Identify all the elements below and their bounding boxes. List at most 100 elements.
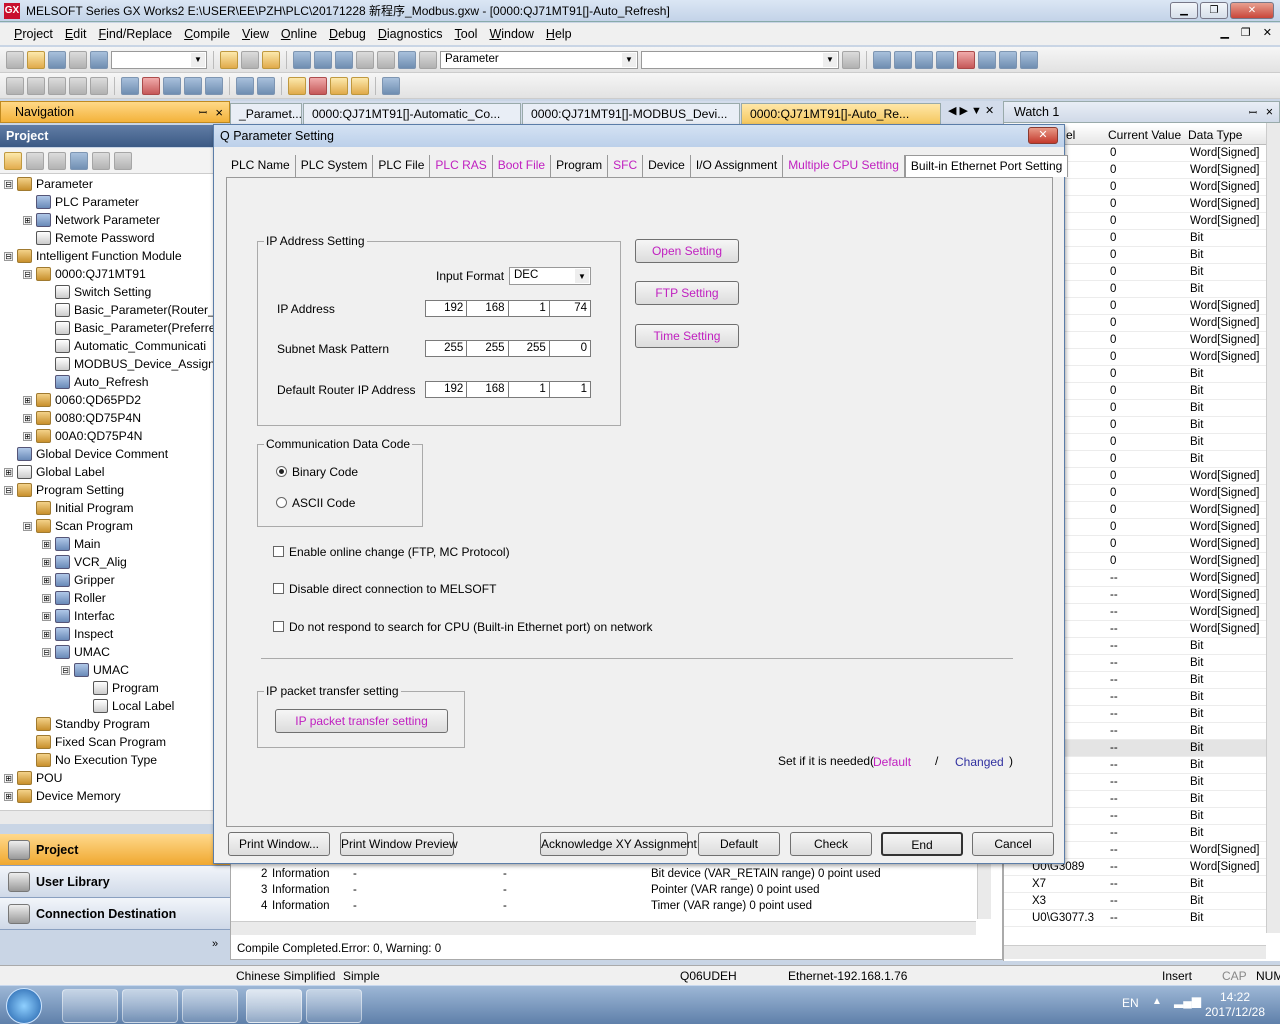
close-navigation-icon[interactable]: × (215, 105, 223, 120)
convert-icon[interactable] (288, 76, 306, 95)
device-read-icon[interactable] (314, 50, 332, 69)
parameter-tab-plc-system[interactable]: PLC System (296, 155, 374, 177)
output-vertical-scrollbar[interactable] (977, 863, 991, 919)
copy-data-icon[interactable] (26, 151, 44, 170)
sort-icon[interactable] (114, 151, 132, 170)
tree-item[interactable]: Auto_Refresh (42, 373, 149, 391)
nav-button-user-library[interactable]: User Library (0, 866, 230, 898)
binary-code-radio[interactable] (276, 466, 287, 477)
watch-horizontal-scrollbar[interactable] (1004, 945, 1266, 959)
parameter-tab-i-o-assignment[interactable]: I/O Assignment (691, 155, 784, 177)
zoom-icon[interactable] (936, 50, 954, 69)
tree-item[interactable]: ⊞ Global Label (4, 463, 104, 481)
tree-item[interactable]: Switch Setting (42, 283, 151, 301)
document-tab[interactable]: _Paramet... (230, 103, 302, 125)
copy-icon[interactable] (27, 76, 45, 95)
collapse-icon[interactable]: ⊟ (61, 665, 70, 675)
tree-item[interactable]: ⊞ Device Memory (4, 787, 121, 805)
tree-item[interactable]: Initial Program (23, 499, 134, 517)
tree-item[interactable]: ⊞ 0080:QD75P4N (23, 409, 141, 427)
tree-item[interactable]: ⊟ Parameter (4, 175, 93, 193)
expand-icon[interactable]: ⊞ (4, 467, 13, 477)
page-icon[interactable] (842, 50, 860, 69)
device-verify-icon[interactable] (335, 50, 353, 69)
online-edit-icon[interactable] (351, 76, 369, 95)
compile-icon[interactable] (309, 76, 327, 95)
open-setting-button[interactable]: Open Setting (635, 239, 739, 263)
tree-item[interactable]: ⊟ UMAC (61, 661, 129, 679)
ladder-delete-icon[interactable] (894, 50, 912, 69)
menu-view[interactable]: View (236, 27, 275, 41)
taskbar-gxworks-icon[interactable] (246, 989, 302, 1023)
taskbar-clock[interactable]: 14:22 2017/12/28 (1200, 990, 1270, 1020)
parameter-tab-program[interactable]: Program (551, 155, 609, 177)
watch-row[interactable]: U0\G3077.3 -- Bit (1004, 910, 1266, 927)
print-icon[interactable] (69, 50, 87, 69)
tree-item[interactable]: Automatic_Communicati (42, 337, 206, 355)
expand-icon[interactable]: ⊞ (42, 593, 51, 603)
monitor-start-icon[interactable] (184, 76, 202, 95)
open-icon[interactable] (27, 50, 45, 69)
collapse-icon[interactable]: ⊟ (23, 521, 32, 531)
parameter-tab-device[interactable]: Device (643, 155, 691, 177)
expand-nav-icon[interactable]: » (212, 938, 218, 950)
expand-icon[interactable]: ⊞ (23, 413, 32, 423)
tree-item[interactable]: ⊞ 0060:QD65PD2 (23, 391, 141, 409)
ladder-coil-icon[interactable] (999, 50, 1017, 69)
minimize-button[interactable]: ▁ (1170, 2, 1198, 19)
start-button[interactable] (6, 988, 42, 1024)
write-to-plc-icon[interactable] (121, 76, 139, 95)
nav-button-connection-destination[interactable]: Connection Destination (0, 898, 230, 930)
taskbar-language[interactable]: EN (1122, 996, 1139, 1010)
tree-item[interactable]: ⊟ UMAC (42, 643, 110, 661)
document-tab[interactable]: 0000:QJ71MT91[]-Automatic_Co... (303, 103, 521, 125)
tree-item[interactable]: ⊟ Scan Program (23, 517, 133, 535)
device-batch-icon[interactable] (257, 76, 275, 95)
document-tab[interactable]: 0000:QJ71MT91[]-MODBUS_Devi... (522, 103, 740, 125)
menu-tool[interactable]: Tool (449, 27, 484, 41)
menu-online[interactable]: Online (275, 27, 323, 41)
default-button[interactable]: Default (698, 832, 780, 856)
property-icon[interactable] (70, 151, 88, 170)
collapse-icon[interactable]: ⊟ (4, 179, 13, 189)
ladder-contact-icon[interactable] (978, 50, 996, 69)
tree-item[interactable]: ⊟ Intelligent Function Module (4, 247, 182, 265)
expand-icon[interactable]: ⊞ (23, 215, 32, 225)
pin-icon[interactable]: ꟷ (199, 105, 207, 119)
document-tab[interactable]: 0000:QJ71MT91[]-Auto_Re... (741, 103, 941, 125)
online-change-checkbox[interactable] (273, 546, 284, 557)
help-icon[interactable] (90, 50, 108, 69)
tree-item[interactable]: ⊞ Main (42, 535, 100, 553)
nav-button-project[interactable]: Project (0, 834, 230, 866)
monitor-icon[interactable] (356, 50, 374, 69)
output-row[interactable]: 4 Information - - Timer (VAR range) 0 point … (231, 899, 976, 915)
tray-arrow-icon[interactable]: ▲ (1152, 996, 1162, 1007)
menu-find-replace[interactable]: Find/Replace (92, 27, 178, 41)
tree-item[interactable]: ⊟ Program Setting (4, 481, 124, 499)
menu-diagnostics[interactable]: Diagnostics (372, 27, 449, 41)
acknowledge-xy-button[interactable]: Acknowledge XY Assignment (540, 832, 697, 856)
tree-item[interactable]: ⊞ Gripper (42, 571, 115, 589)
watch-row[interactable]: X3 -- Bit (1004, 893, 1266, 910)
taskbar-paint-icon[interactable] (306, 989, 362, 1023)
output-row[interactable]: 3 Information - - Pointer (VAR range) 0 poin… (231, 883, 976, 899)
tree-item[interactable]: ⊞ Network Parameter (23, 211, 160, 229)
menu-window[interactable]: Window (483, 27, 539, 41)
watch-row[interactable]: X7 -- Bit (1004, 876, 1266, 893)
undo-icon[interactable] (69, 76, 87, 95)
tree-item[interactable]: ⊞ POU (4, 769, 62, 787)
disable-direct-connection-checkbox[interactable] (273, 583, 284, 594)
no-respond-search-checkbox[interactable] (273, 621, 284, 632)
expand-icon[interactable]: ⊞ (42, 539, 51, 549)
parameter-tab-built-in-ethernet-port-setting[interactable]: Built-in Ethernet Port Setting (904, 155, 1069, 177)
parameter-combo[interactable]: Parameter ▼ (440, 50, 638, 69)
secondary-combo[interactable]: ▼ (641, 50, 839, 69)
tree-item[interactable]: Basic_Parameter(Preferre (42, 319, 214, 337)
tree-item[interactable]: ⊞ Roller (42, 589, 106, 607)
taskbar-teamviewer-icon[interactable] (182, 989, 238, 1023)
question-icon[interactable] (398, 50, 416, 69)
window-toggle-icon[interactable] (262, 50, 280, 69)
ladder-insert-icon[interactable] (873, 50, 891, 69)
subnet-mask-field[interactable]: 255 255 255 0 (425, 340, 591, 357)
dialog-close-button[interactable]: ✕ (1028, 127, 1058, 144)
